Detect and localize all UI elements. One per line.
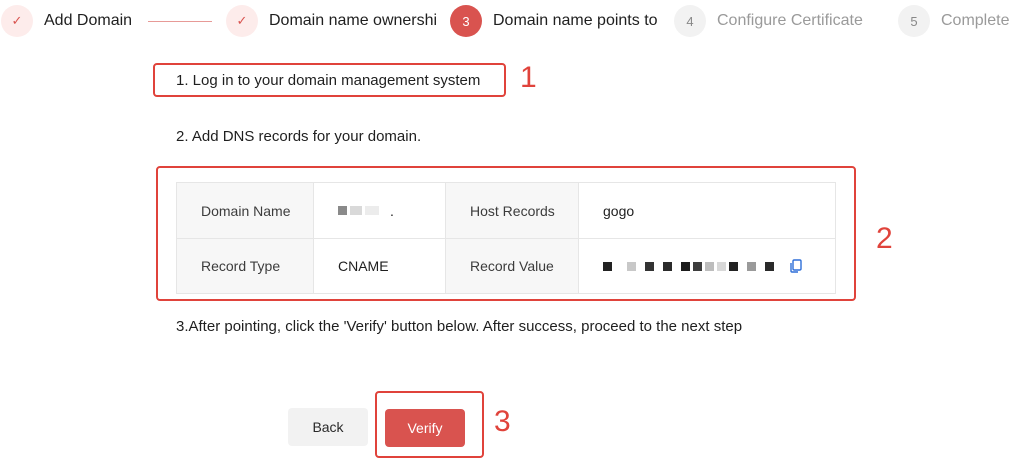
redacted-domain bbox=[338, 206, 382, 215]
domain-name-key: Domain Name bbox=[177, 183, 314, 238]
record-type-value: CNAME bbox=[314, 239, 446, 293]
record-value-key: Record Value bbox=[446, 239, 579, 293]
step-number: 4 bbox=[674, 5, 706, 37]
instruction-step-1: 1. Log in to your domain management syst… bbox=[176, 72, 481, 89]
step-domain-ownership[interactable]: ✓ Domain name ownership bbox=[226, 5, 437, 37]
step-label: Domain name points to bbox=[493, 12, 658, 29]
annotation-3: 3 bbox=[494, 405, 511, 438]
check-icon: ✓ bbox=[226, 5, 258, 37]
verify-button[interactable]: Verify bbox=[385, 409, 465, 447]
stepper: ✓ Add Domain ✓ Domain name ownership 3 D… bbox=[0, 0, 1024, 44]
step-label: Add Domain bbox=[44, 12, 133, 29]
step-connector bbox=[148, 21, 212, 22]
domain-name-value: . bbox=[314, 183, 446, 238]
record-value-cell bbox=[579, 239, 835, 293]
check-icon: ✓ bbox=[1, 5, 33, 37]
step-domain-points-to[interactable]: 3 Domain name points to bbox=[450, 5, 658, 37]
step-label: Complete bbox=[941, 12, 1010, 29]
step-add-domain[interactable]: ✓ Add Domain bbox=[1, 5, 132, 37]
step-complete[interactable]: 5 Complete bbox=[898, 5, 1009, 37]
domain-name-suffix: . bbox=[390, 202, 394, 219]
dns-records-table: Domain Name . Host Records gogo Record T… bbox=[176, 182, 836, 294]
back-button[interactable]: Back bbox=[288, 408, 368, 446]
copy-icon[interactable] bbox=[789, 259, 803, 273]
annotation-1: 1 bbox=[520, 61, 537, 94]
table-row: Record Type CNAME Record Value bbox=[177, 239, 835, 293]
host-records-value: gogo bbox=[579, 183, 835, 238]
step-label: Configure Certificate bbox=[717, 12, 863, 29]
redacted-record-value bbox=[603, 261, 777, 271]
host-records-key: Host Records bbox=[446, 183, 579, 238]
annotation-2: 2 bbox=[876, 222, 893, 255]
instruction-step-2: 2. Add DNS records for your domain. bbox=[176, 128, 422, 145]
step-number: 5 bbox=[898, 5, 930, 37]
record-type-key: Record Type bbox=[177, 239, 314, 293]
step-label: Domain name ownership bbox=[269, 12, 437, 29]
instruction-step-3: 3.After pointing, click the 'Verify' but… bbox=[176, 318, 743, 335]
add-domain-wizard: ✓ Add Domain ✓ Domain name ownership 3 D… bbox=[0, 0, 1024, 466]
step-configure-certificate[interactable]: 4 Configure Certificate bbox=[674, 5, 863, 37]
step-number: 3 bbox=[450, 5, 482, 37]
table-row: Domain Name . Host Records gogo bbox=[177, 183, 835, 239]
